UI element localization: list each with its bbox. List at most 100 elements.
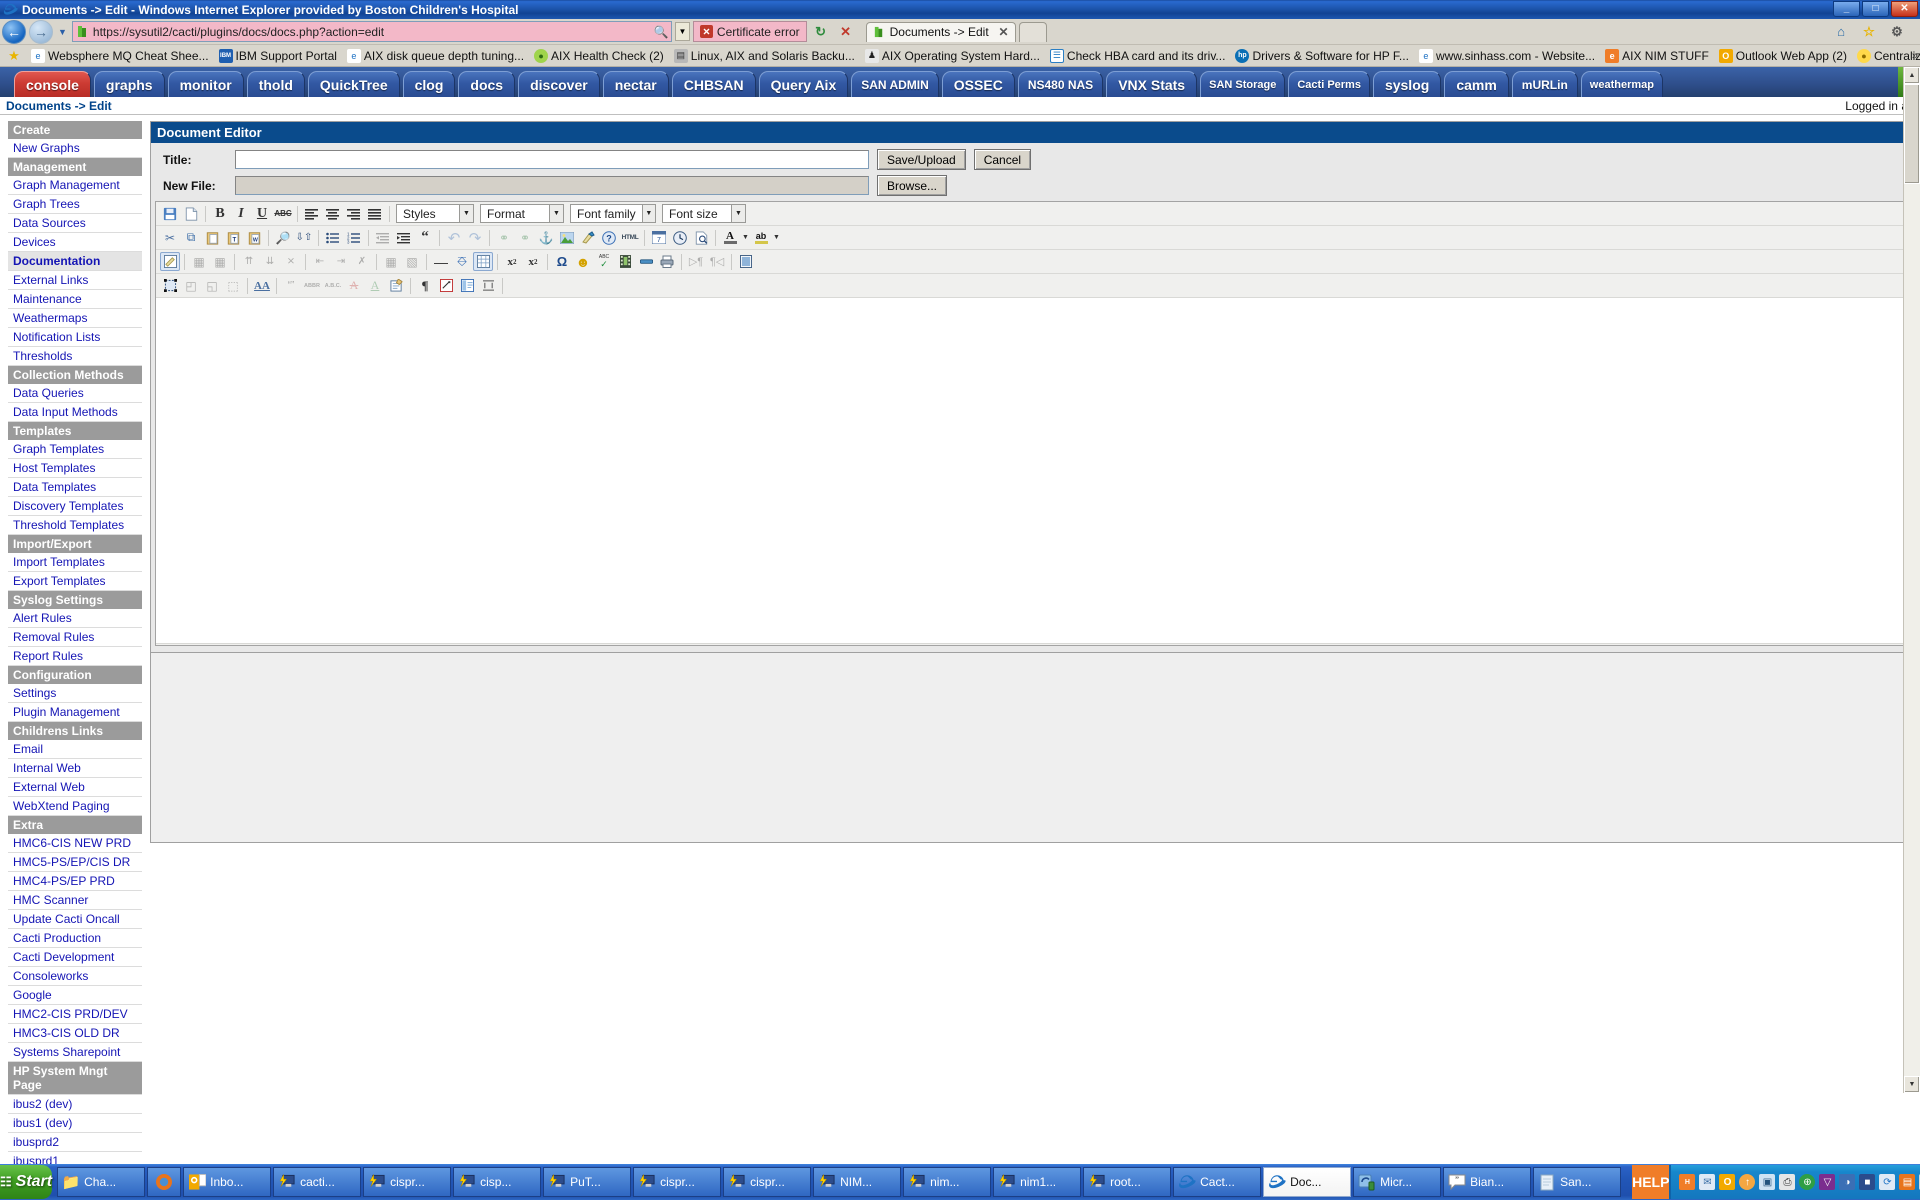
favorite-item[interactable]: hp Drivers & Software for HP F... xyxy=(1230,48,1414,63)
align-right-icon[interactable] xyxy=(344,204,364,223)
paste-as-text-icon[interactable]: T xyxy=(223,228,243,247)
sidebar-item-plugin-management[interactable]: Plugin Management xyxy=(8,703,142,722)
taskbar-item[interactable]: Micr... xyxy=(1353,1167,1442,1197)
page-vertical-scrollbar[interactable]: ▲ ▼ xyxy=(1903,67,1920,1093)
insert-column-after-icon[interactable]: ⇥ xyxy=(331,252,351,271)
align-center-icon[interactable] xyxy=(323,204,343,223)
scroll-down-arrow-icon[interactable]: ▼ xyxy=(1904,1076,1920,1093)
taskbar-item[interactable]: nim... xyxy=(903,1167,992,1197)
insertion-icon[interactable]: A xyxy=(365,276,385,295)
remove-format-icon[interactable]: ⎑ xyxy=(452,252,472,271)
toggle-fullscreen-icon[interactable] xyxy=(736,252,756,271)
refresh-icon[interactable]: ↻ xyxy=(810,21,832,42)
sidebar-item-update-cacti-oncall[interactable]: Update Cacti Oncall xyxy=(8,910,142,929)
url-dropdown-icon[interactable]: ▼ xyxy=(674,22,690,41)
forward-button[interactable]: → xyxy=(29,19,53,44)
styles-select[interactable]: Styles ▼ xyxy=(396,204,474,223)
cleanup-icon[interactable] xyxy=(578,228,598,247)
print-icon[interactable] xyxy=(657,252,677,271)
text-color-dropdown-icon[interactable]: ▼ xyxy=(741,228,750,247)
recent-pages-dropdown-icon[interactable]: ▼ xyxy=(56,27,69,37)
bullet-list-icon[interactable] xyxy=(323,228,343,247)
paste-icon[interactable] xyxy=(202,228,222,247)
sidebar-item-graph-management[interactable]: Graph Management xyxy=(8,176,142,195)
paste-from-word-icon[interactable]: W xyxy=(244,228,264,247)
cacti-tab-console[interactable]: console xyxy=(14,71,91,97)
font-size-select[interactable]: Font size ▼ xyxy=(662,204,746,223)
visual-aid-icon[interactable] xyxy=(473,252,493,271)
sidebar-item-alert-rules[interactable]: Alert Rules xyxy=(8,609,142,628)
sidebar-item-discovery-templates[interactable]: Discovery Templates xyxy=(8,497,142,516)
taskbar-item[interactable] xyxy=(147,1167,182,1197)
sidebar-item-import-templates[interactable]: Import Templates xyxy=(8,553,142,572)
indent-icon[interactable] xyxy=(394,228,414,247)
sidebar-item-report-rules[interactable]: Report Rules xyxy=(8,647,142,666)
sidebar-item-graph-templates[interactable]: Graph Templates xyxy=(8,440,142,459)
cacti-tab-ossec[interactable]: OSSEC xyxy=(941,71,1015,97)
search-icon[interactable]: 🔍 xyxy=(653,25,669,39)
sidebar-item-hmc5-ps-ep-cis-dr[interactable]: HMC5-PS/EP/CIS DR xyxy=(8,853,142,872)
align-justify-icon[interactable] xyxy=(365,204,385,223)
taskbar-item[interactable]: San... xyxy=(1533,1167,1622,1197)
favorites-star-icon[interactable]: ☆ xyxy=(1858,21,1880,42)
sidebar-item-settings[interactable]: Settings xyxy=(8,684,142,703)
stop-icon[interactable]: ✕ xyxy=(835,21,857,42)
sidebar-item-data-queries[interactable]: Data Queries xyxy=(8,384,142,403)
horizontal-rule-icon[interactable]: — xyxy=(431,252,451,271)
sidebar-item-weathermaps[interactable]: Weathermaps xyxy=(8,309,142,328)
sidebar-item-removal-rules[interactable]: Removal Rules xyxy=(8,628,142,647)
sidebar-item-email[interactable]: Email xyxy=(8,740,142,759)
chevron-down-icon[interactable]: ▼ xyxy=(459,205,473,222)
split-cells-icon[interactable]: ▦ xyxy=(381,252,401,271)
taskbar-item[interactable]: cacti... xyxy=(273,1167,362,1197)
taskbar-item[interactable]: 📁 Cha... xyxy=(57,1167,146,1197)
unlink-icon[interactable]: ⚭ xyxy=(515,228,535,247)
style-props-icon[interactable]: AA xyxy=(252,276,272,295)
cacti-tab-thold[interactable]: thold xyxy=(246,71,305,97)
citation-icon[interactable]: “” xyxy=(281,276,301,295)
taskbar-item[interactable]: root... xyxy=(1083,1167,1172,1197)
update-tray-icon[interactable]: ↑ xyxy=(1739,1174,1756,1190)
sidebar-item-thresholds[interactable]: Thresholds xyxy=(8,347,142,366)
abbreviation-icon[interactable]: ABBR xyxy=(302,276,322,295)
sidebar-item-consoleworks[interactable]: Consoleworks xyxy=(8,967,142,986)
cacti-tab-murlin[interactable]: mURLin xyxy=(1511,71,1578,97)
taskbar-item-active[interactable]: Doc... xyxy=(1263,1167,1352,1197)
sidebar-item-new-graphs[interactable]: New Graphs xyxy=(8,139,142,158)
url-bar[interactable]: https://sysutil2/cacti/plugins/docs/docs… xyxy=(71,21,672,42)
move-layer-icon[interactable]: ◱ xyxy=(202,276,222,295)
cacti-tab-camm[interactable]: camm xyxy=(1444,71,1509,97)
save-upload-button[interactable]: Save/Upload xyxy=(877,149,966,170)
sidebar-item-hmc3-cis-old-dr[interactable]: HMC3-CIS OLD DR xyxy=(8,1024,142,1043)
backup-tray-icon[interactable]: ■ xyxy=(1859,1174,1876,1190)
insert-link-icon[interactable]: ⚭ xyxy=(494,228,514,247)
editor-content-area[interactable] xyxy=(156,298,1904,643)
sidebar-item-internal-web[interactable]: Internal Web xyxy=(8,759,142,778)
browser-tab-active[interactable]: Documents -> Edit ✕ xyxy=(865,21,1016,42)
globe-tray-icon[interactable]: ⊕ xyxy=(1799,1174,1816,1190)
new-tab-button[interactable] xyxy=(1018,21,1047,42)
sidebar-item-ibus2-dev[interactable]: ibus2 (dev) xyxy=(8,1095,142,1114)
cacti-tab-vnx-stats[interactable]: VNX Stats xyxy=(1106,71,1198,97)
shield-tray-icon[interactable]: ▽ xyxy=(1819,1174,1836,1190)
html-source-icon[interactable]: HTML xyxy=(620,228,640,247)
favorite-item[interactable]: ♟ AIX Operating System Hard... xyxy=(860,48,1045,63)
sidebar-item-hmc4-ps-ep-prd[interactable]: HMC4-PS/EP PRD xyxy=(8,872,142,891)
cacti-tab-quicktree[interactable]: QuickTree xyxy=(307,71,400,97)
network-tray-icon[interactable]: ▣ xyxy=(1759,1174,1776,1190)
sidebar-item-external-web[interactable]: External Web xyxy=(8,778,142,797)
sidebar-item-ibus1-dev[interactable]: ibus1 (dev) xyxy=(8,1114,142,1133)
back-button[interactable]: ← xyxy=(2,19,26,44)
font-family-select[interactable]: Font family ▼ xyxy=(570,204,656,223)
emoticons-icon[interactable]: ☻ xyxy=(573,252,593,271)
subscript-icon[interactable]: x2 xyxy=(502,252,522,271)
scroll-up-arrow-icon[interactable]: ▲ xyxy=(1904,67,1920,84)
bold-icon[interactable]: B xyxy=(210,204,230,223)
help-icon[interactable]: ? xyxy=(599,228,619,247)
blockquote-icon[interactable]: “ xyxy=(415,228,435,247)
sidebar-item-host-templates[interactable]: Host Templates xyxy=(8,459,142,478)
sidebar-item-maintenance[interactable]: Maintenance xyxy=(8,290,142,309)
format-select[interactable]: Format ▼ xyxy=(480,204,564,223)
favorite-item[interactable]: ☰ Check HBA card and its driv... xyxy=(1045,48,1231,63)
browse-button[interactable]: Browse... xyxy=(877,175,948,196)
